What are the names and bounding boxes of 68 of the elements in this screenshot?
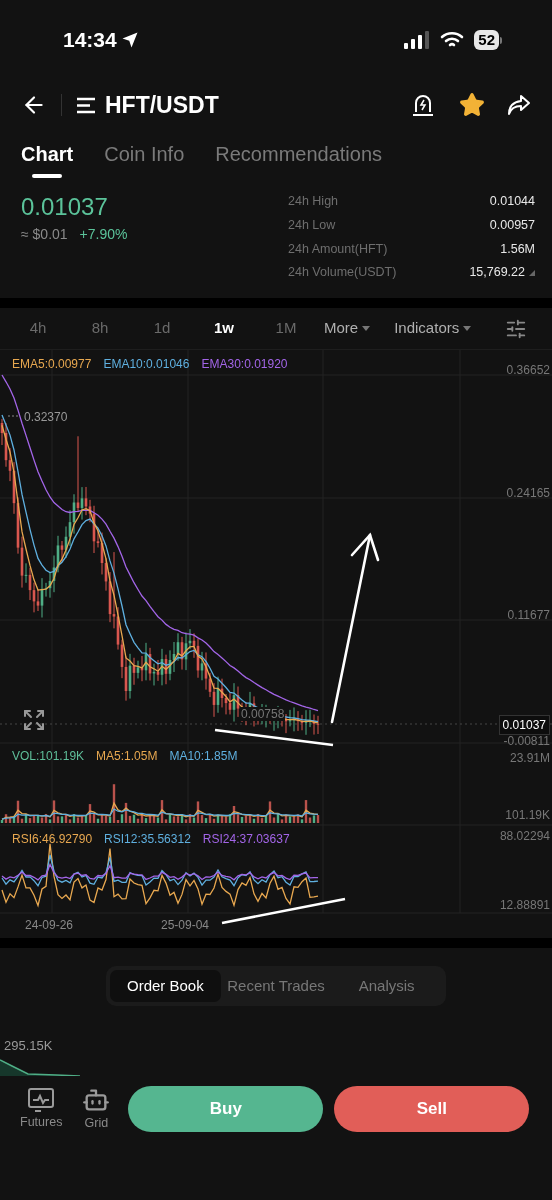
depth-value: 295.15K <box>4 1037 54 1055</box>
tab[interactable]: Chart <box>21 142 74 178</box>
wifi-icon <box>440 31 465 49</box>
shortcut-button[interactable]: Futures <box>20 1086 63 1132</box>
settings-icon[interactable] <box>505 317 527 340</box>
indicator-legend: RSI6:46.92790 <box>12 830 93 848</box>
price-alert-icon[interactable] <box>412 93 434 117</box>
axis-label: 12.88891 <box>499 897 550 914</box>
date-label: 24-09-26 <box>25 917 74 934</box>
axis-label: -0.00811 <box>503 733 550 750</box>
stat-label: 24h Low <box>288 216 336 234</box>
indicator-legend: RSI12:35.56312 <box>104 830 191 848</box>
dropdown-menu[interactable]: More <box>324 317 371 340</box>
indicator-legend: VOL:101.19K <box>12 747 85 765</box>
indicator-legend: MA10:1.85M <box>169 747 238 765</box>
order-tab[interactable]: Recent Trades <box>220 970 332 1002</box>
current-price-tag: 0.01037 <box>498 715 550 735</box>
caret-icon <box>463 326 472 331</box>
stat-value: 0.01044 <box>489 193 535 210</box>
low-price-label: 0.00758 <box>240 707 286 721</box>
status-time: 14:34 <box>63 27 117 54</box>
tab[interactable]: Coin Info <box>104 142 185 178</box>
shortcut-button[interactable]: Grid <box>82 1085 111 1133</box>
caret-icon <box>362 326 371 331</box>
indicator-legend: MA5:1.05M <box>96 747 158 765</box>
axis-label: 0.11677 <box>507 607 550 624</box>
indicator-legend: EMA30:0.01920 <box>201 355 288 373</box>
last-price: 0.01037 <box>21 192 109 222</box>
interval-tab[interactable]: 1d <box>131 317 193 340</box>
location-arrow-icon <box>120 31 139 49</box>
stat-label: 24h High <box>288 193 339 210</box>
interval-tab[interactable]: 1w <box>193 317 255 340</box>
axis-label: 0.36652 <box>506 362 550 379</box>
tab[interactable]: Recommendations <box>215 142 383 178</box>
order-tab[interactable]: Order Book <box>110 970 221 1002</box>
fullscreen-icon[interactable] <box>22 708 46 732</box>
stat-label: 24h Volume(USDT) <box>288 264 397 282</box>
dropdown-menu[interactable]: Indicators <box>394 317 472 340</box>
interval-tab[interactable]: 8h <box>69 317 131 340</box>
signal-icon <box>404 31 431 49</box>
price-change: +7.90% <box>79 225 128 244</box>
date-label: 25-09-04 <box>161 917 210 934</box>
fiat-price: ≈ $0.01 <box>21 225 68 244</box>
order-tab[interactable]: Analysis <box>331 970 442 1002</box>
axis-label: 101.19K <box>505 807 550 824</box>
monitor-pulse-icon <box>27 1086 56 1113</box>
leader-line <box>7 415 21 417</box>
sell-button[interactable]: Sell <box>334 1085 530 1132</box>
interval-tab[interactable]: 4h <box>7 317 69 340</box>
interval-tab[interactable]: 1M <box>255 317 317 340</box>
stat-label: 24h Amount(HFT) <box>288 240 388 258</box>
buy-button[interactable]: Buy <box>128 1085 324 1132</box>
corner-triangle-icon <box>529 269 535 276</box>
share-icon[interactable] <box>507 94 531 116</box>
menu-icon[interactable] <box>76 96 96 114</box>
stat-value: 15,769.22 <box>469 264 525 282</box>
stat-value: 1.56M <box>500 240 535 258</box>
favorite-star-icon[interactable] <box>459 92 485 118</box>
axis-label: 0.24165 <box>506 485 550 502</box>
axis-label: 23.91M <box>509 750 550 767</box>
indicator-legend: RSI24:37.03637 <box>202 830 290 848</box>
indicator-legend: EMA10:0.01046 <box>103 355 190 373</box>
pair-title: HFT/USDT <box>105 90 219 120</box>
high-price-label: 0.32370 <box>24 409 68 426</box>
stat-value: 0.00957 <box>489 216 535 234</box>
axis-label: 88.02294 <box>499 828 550 845</box>
indicator-legend: EMA5:0.00977 <box>12 355 92 373</box>
battery-icon: 52 <box>474 30 502 50</box>
